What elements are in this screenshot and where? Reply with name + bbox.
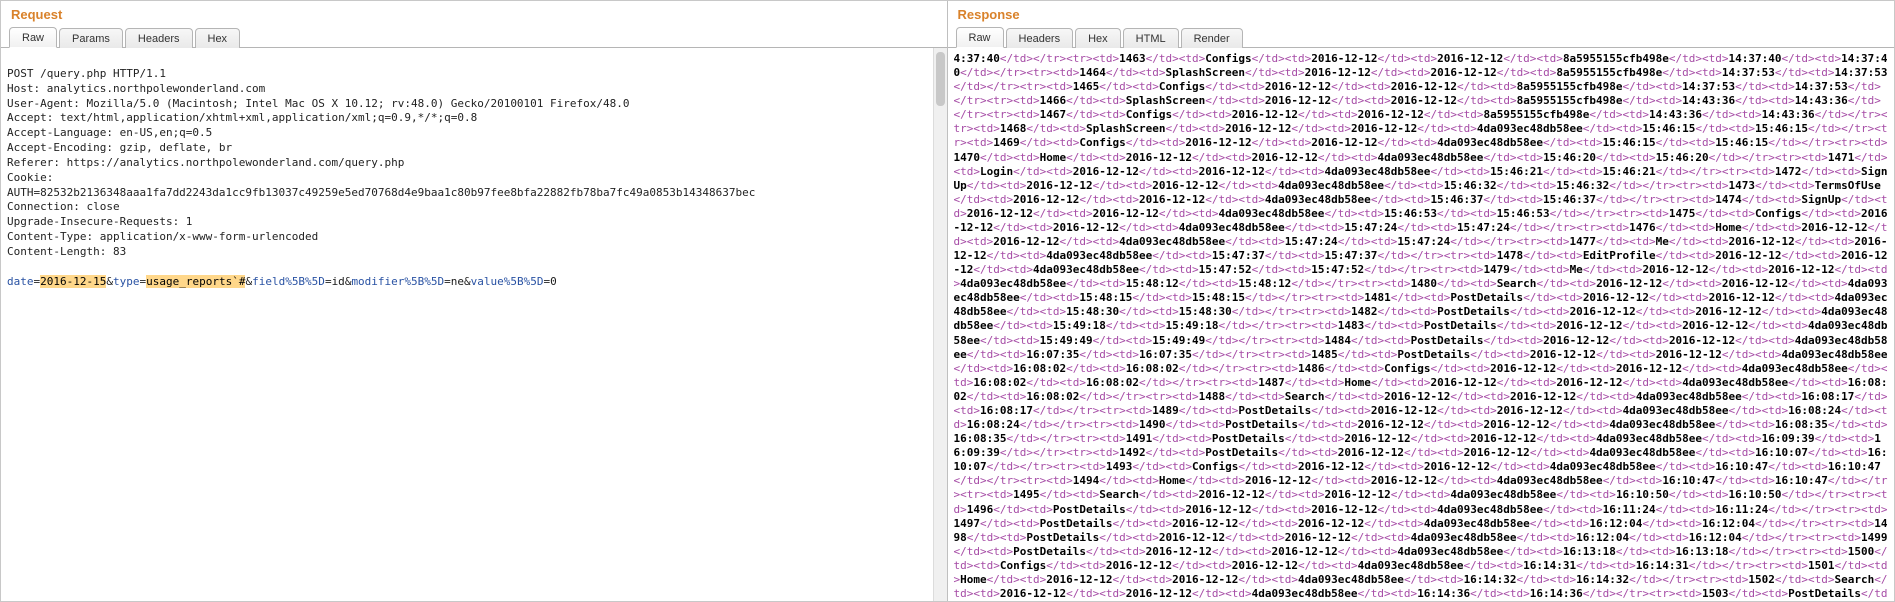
body-key-type: type (113, 275, 140, 288)
tab-hex[interactable]: Hex (1075, 28, 1121, 48)
body-key-modifier: modifier%5B%5D (351, 275, 444, 288)
response-pane: Response RawHeadersHexHTMLRender 4:37:40… (948, 1, 1895, 601)
body-key-value: value%5B%5D (471, 275, 544, 288)
request-body-line: date=2016-12-15&type=usage_reports`#&fie… (7, 275, 557, 288)
body-val-value: 0 (550, 275, 557, 288)
request-title: Request (1, 1, 947, 26)
body-val-field: id (332, 275, 345, 288)
response-raw-content[interactable]: 4:37:40</td></tr><tr><td>1463</td><td>Co… (948, 48, 1895, 601)
request-scrollbar[interactable] (933, 48, 947, 601)
request-raw-content[interactable]: POST /query.php HTTP/1.1 Host: analytics… (1, 48, 947, 601)
tab-params[interactable]: Params (59, 28, 123, 48)
tab-hex[interactable]: Hex (195, 28, 241, 48)
body-val-date: 2016-12-15 (40, 275, 106, 288)
request-pane: Request RawParamsHeadersHex POST /query.… (1, 1, 948, 601)
body-val-type: usage_reports`# (146, 275, 245, 288)
body-key-date: date (7, 275, 34, 288)
tab-html[interactable]: HTML (1123, 28, 1179, 48)
response-tabs: RawHeadersHexHTMLRender (948, 26, 1895, 48)
response-title: Response (948, 1, 1895, 26)
request-tabs: RawParamsHeadersHex (1, 26, 947, 48)
request-scroll-thumb[interactable] (936, 52, 945, 106)
tab-headers[interactable]: Headers (125, 28, 193, 48)
app-root: Request RawParamsHeadersHex POST /query.… (0, 0, 1895, 602)
tab-render[interactable]: Render (1181, 28, 1243, 48)
body-val-modifier: ne (451, 275, 464, 288)
tab-raw[interactable]: Raw (956, 27, 1004, 48)
tab-headers[interactable]: Headers (1006, 28, 1074, 48)
body-key-field: field%5B%5D (252, 275, 325, 288)
tab-raw[interactable]: Raw (9, 27, 57, 48)
request-headers-text: POST /query.php HTTP/1.1 Host: analytics… (7, 67, 755, 258)
